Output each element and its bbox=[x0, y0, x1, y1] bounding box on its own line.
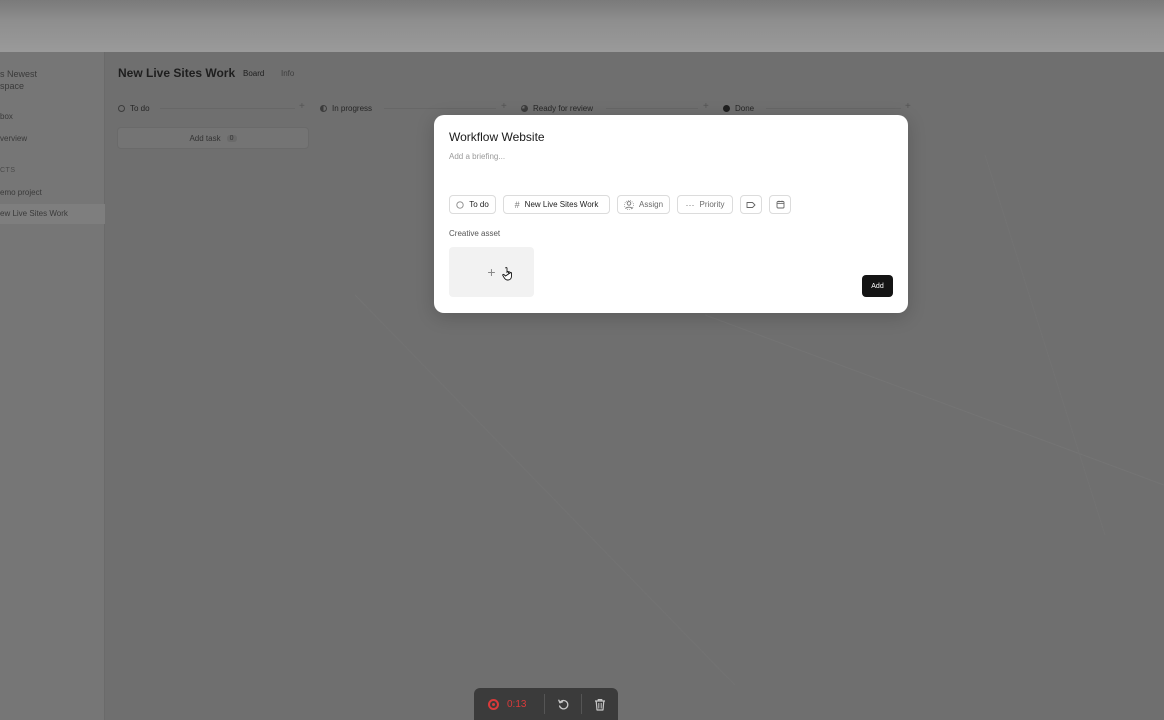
column-header-ready-for-review: Ready for review bbox=[521, 102, 593, 114]
column-label: To do bbox=[130, 103, 150, 113]
screen-recorder-toolbar: 0:13 bbox=[474, 688, 618, 720]
sidebar: s Newest space box verview CTS emo proje… bbox=[0, 52, 105, 720]
task-count-badge: 0 bbox=[226, 134, 237, 142]
briefing-input[interactable] bbox=[449, 152, 749, 161]
column-divider bbox=[766, 108, 901, 109]
tab-board[interactable]: Board bbox=[243, 69, 264, 78]
hand-pointer-cursor-icon bbox=[502, 267, 514, 284]
blurred-top-region bbox=[0, 0, 1164, 52]
status-circle-icon bbox=[456, 200, 464, 209]
priority-dots-icon: ··· bbox=[685, 199, 695, 210]
status-ready-for-review-icon bbox=[521, 104, 528, 112]
restart-recording-button[interactable] bbox=[545, 688, 581, 720]
new-task-modal: Workflow Website To do # New Live Sites … bbox=[434, 115, 908, 313]
column-header-in-progress: In progress bbox=[320, 102, 372, 114]
priority-chip[interactable]: ··· Priority bbox=[677, 195, 733, 214]
tag-icon bbox=[746, 201, 756, 209]
creative-asset-label: Creative asset bbox=[449, 229, 501, 238]
add-column-task-icon[interactable]: + bbox=[905, 101, 911, 112]
status-in-progress-icon bbox=[320, 104, 327, 112]
recording-time: 0:13 bbox=[507, 698, 527, 710]
record-icon bbox=[488, 698, 499, 710]
trash-icon bbox=[594, 698, 606, 711]
add-task-label: Add task bbox=[189, 133, 221, 143]
due-date-button[interactable] bbox=[769, 195, 791, 214]
project-chip[interactable]: # New Live Sites Work bbox=[503, 195, 610, 214]
column-divider bbox=[160, 108, 295, 109]
creative-asset-upload[interactable]: + bbox=[449, 247, 534, 297]
plus-icon: + bbox=[487, 264, 496, 280]
assign-chip[interactable]: Assign bbox=[617, 195, 670, 214]
column-divider bbox=[384, 108, 496, 109]
label-tag-button[interactable] bbox=[740, 195, 762, 214]
column-divider bbox=[606, 108, 698, 109]
add-column-task-icon[interactable]: + bbox=[299, 101, 305, 112]
hash-icon: # bbox=[514, 199, 520, 210]
restart-icon bbox=[557, 698, 570, 711]
page-title: New Live Sites Work bbox=[118, 66, 236, 80]
sidebar-item-demo-project[interactable]: emo project bbox=[0, 183, 105, 203]
recording-timer[interactable]: 0:13 bbox=[474, 698, 544, 710]
status-chip-label: To do bbox=[469, 200, 489, 209]
tab-info[interactable]: Info bbox=[281, 69, 294, 78]
column-label: In progress bbox=[332, 103, 373, 113]
add-column-task-icon[interactable]: + bbox=[501, 101, 507, 112]
priority-chip-label: Priority bbox=[699, 200, 725, 209]
column-label: Done bbox=[735, 103, 755, 113]
column-label: Ready for review bbox=[533, 103, 594, 113]
calendar-icon bbox=[776, 200, 785, 209]
task-title[interactable]: Workflow Website bbox=[449, 130, 545, 144]
add-button[interactable]: Add bbox=[862, 275, 893, 297]
sidebar-section-projects: CTS bbox=[0, 167, 16, 174]
status-todo-icon bbox=[118, 104, 125, 112]
workspace-name[interactable]: s Newest space bbox=[0, 68, 100, 92]
status-chip[interactable]: To do bbox=[449, 195, 496, 214]
delete-recording-button[interactable] bbox=[582, 688, 618, 720]
add-task-button[interactable]: Add task 0 bbox=[117, 127, 309, 149]
assign-chip-label: Assign bbox=[639, 200, 664, 209]
column-header-todo: To do bbox=[118, 102, 150, 114]
project-chip-label: New Live Sites Work bbox=[524, 200, 599, 209]
column-header-done: Done bbox=[723, 102, 754, 114]
sidebar-item-inbox[interactable]: box bbox=[0, 107, 105, 127]
sidebar-item-overview[interactable]: verview bbox=[0, 129, 105, 149]
user-icon bbox=[624, 199, 634, 210]
status-done-icon bbox=[723, 104, 730, 112]
sidebar-item-new-live-sites-work[interactable]: ew Live Sites Work bbox=[0, 204, 105, 224]
add-column-task-icon[interactable]: + bbox=[703, 101, 709, 112]
